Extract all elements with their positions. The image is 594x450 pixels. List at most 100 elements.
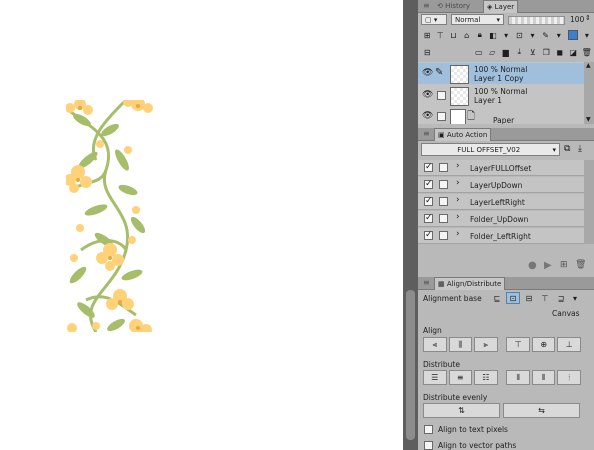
- chevron-right-icon[interactable]: ›: [456, 178, 460, 188]
- layer-panel-menu-icon[interactable]: ⊟: [422, 46, 433, 58]
- layer-row-selected[interactable]: 👁︎ ✎ 100 % Normal Layer 1 Copy: [418, 63, 584, 84]
- distribute-evenly-vertical-button[interactable]: ⇅: [423, 403, 500, 418]
- mask-dropdown-icon[interactable]: ▾: [501, 29, 511, 41]
- ruler-dropdown-icon[interactable]: ▾: [527, 29, 537, 41]
- tab-auto-action[interactable]: ▣ Auto Action: [434, 128, 492, 141]
- opacity-stepper[interactable]: ⇕: [585, 14, 591, 22]
- action-dialog-checkbox[interactable]: [439, 214, 448, 223]
- distribute-evenly-horizontal-button[interactable]: ⇆: [503, 403, 580, 418]
- align-canvas-icon[interactable]: ⊡: [506, 292, 520, 304]
- align-left-button[interactable]: ⫷: [423, 337, 447, 352]
- distribute-vcenter-button[interactable]: ≡: [448, 370, 473, 385]
- distribute-evenly-label: Distribute evenly: [423, 393, 488, 402]
- align-text-pixels-checkbox[interactable]: [424, 425, 433, 434]
- tab-align-distribute[interactable]: ▦ Align/Distribute: [434, 277, 506, 290]
- chevron-right-icon[interactable]: ›: [456, 229, 460, 239]
- apply-mask-icon[interactable]: ◪: [568, 46, 579, 58]
- align-bottom-button[interactable]: ⊥: [557, 337, 581, 352]
- lock-icon[interactable]: 🔒︎: [475, 29, 485, 41]
- tool-dropdown-icon[interactable]: ▾: [554, 29, 564, 41]
- scroll-up-icon[interactable]: ▲: [586, 62, 591, 69]
- new-folder-icon[interactable]: ▆: [501, 46, 512, 58]
- delete-action-icon[interactable]: 🗑︎: [575, 260, 586, 270]
- action-enabled-checkbox[interactable]: ✓: [424, 214, 433, 223]
- combine-down-icon[interactable]: ⊻: [528, 46, 539, 58]
- action-set-select[interactable]: FULL OFFSET_V02 ▾: [421, 143, 560, 156]
- layer-row[interactable]: 👁︎ 100 % Normal Layer 1: [418, 85, 584, 106]
- distribute-bottom-button[interactable]: ☷: [474, 370, 498, 385]
- play-icon[interactable]: ▶: [544, 260, 552, 271]
- action-item[interactable]: ✓ › LayerFULLOffset: [418, 160, 584, 176]
- mask-create-icon[interactable]: ◼: [555, 46, 566, 58]
- ruler-icon[interactable]: ⊡: [514, 29, 524, 41]
- lock-transparent-icon[interactable]: ⊤: [435, 29, 445, 41]
- grip-icon[interactable]: ≡: [423, 129, 430, 138]
- align-selection-icon[interactable]: ⊑: [490, 292, 504, 304]
- layer-edit-checkbox[interactable]: [437, 112, 446, 121]
- tool-icon[interactable]: ✎: [541, 29, 551, 41]
- layer-row[interactable]: 👁︎ 🗋︎ Paper: [418, 107, 584, 124]
- action-set-menu-icon[interactable]: ⧉: [564, 144, 570, 154]
- distribute-hcenter-button[interactable]: ⫴: [531, 370, 556, 385]
- eye-icon[interactable]: 👁︎: [422, 111, 433, 121]
- distribute-vcenter-icon: ≡: [456, 373, 464, 382]
- action-dialog-checkbox[interactable]: [439, 231, 448, 240]
- chevron-down-icon[interactable]: ▾: [570, 292, 580, 304]
- new-vector-layer-icon[interactable]: ▱: [487, 46, 498, 58]
- delete-layer-icon[interactable]: 🗑︎: [582, 46, 593, 58]
- align-hcenter-button[interactable]: ⫼: [448, 337, 473, 352]
- action-list-scrollbar[interactable]: [584, 160, 594, 244]
- chevron-right-icon[interactable]: ›: [456, 195, 460, 205]
- layer-property-icon[interactable]: ⊞: [422, 29, 432, 41]
- layer-color-dropdown-icon[interactable]: ▾: [582, 29, 592, 41]
- action-enabled-checkbox[interactable]: ✓: [424, 180, 433, 189]
- mask-icon[interactable]: ◧: [488, 29, 498, 41]
- action-item[interactable]: ✓ › LayerLeftRight: [418, 194, 584, 210]
- align-frame-icon[interactable]: ⊤: [538, 292, 552, 304]
- layer-color-icon[interactable]: [567, 29, 579, 41]
- action-dialog-checkbox[interactable]: [439, 163, 448, 172]
- transfer-down-icon[interactable]: ⤓: [514, 46, 525, 58]
- record-icon[interactable]: ●: [528, 260, 537, 271]
- new-raster-layer-icon[interactable]: ▭: [474, 46, 485, 58]
- eye-icon[interactable]: 👁︎: [422, 68, 433, 78]
- grip-icon[interactable]: ≡: [423, 278, 430, 287]
- duplicate-icon[interactable]: ❐: [541, 46, 552, 58]
- action-dialog-checkbox[interactable]: [439, 180, 448, 189]
- eye-icon[interactable]: 👁︎: [422, 90, 433, 100]
- color-swatch-select[interactable]: ▢ ▾: [421, 14, 447, 25]
- clip-layer-icon[interactable]: ⊔: [448, 29, 458, 41]
- grip-icon[interactable]: ≡: [423, 1, 430, 10]
- tab-history[interactable]: ⟲ History: [434, 0, 473, 12]
- align-vector-paths-checkbox[interactable]: [424, 441, 433, 450]
- action-save-icon[interactable]: ⤓: [578, 144, 582, 154]
- distribute-top-button[interactable]: ☰: [423, 370, 447, 385]
- scrollbar-thumb[interactable]: [406, 290, 415, 440]
- canvas-area[interactable]: [0, 0, 403, 450]
- action-dialog-checkbox[interactable]: [439, 197, 448, 206]
- align-right-button[interactable]: ⫸: [474, 337, 498, 352]
- align-top-button[interactable]: ⊤: [506, 337, 530, 352]
- action-enabled-checkbox[interactable]: ✓: [424, 231, 433, 240]
- blend-mode-select[interactable]: Normal ▾: [451, 14, 504, 25]
- align-option-icon[interactable]: ⊒: [554, 292, 568, 304]
- action-enabled-checkbox[interactable]: ✓: [424, 163, 433, 172]
- action-item[interactable]: ✓ › Folder_UpDown: [418, 211, 584, 227]
- distribute-right-button[interactable]: ⦙: [557, 370, 581, 385]
- reference-layer-icon[interactable]: ⌂: [462, 29, 472, 41]
- distribute-left-button[interactable]: ⦀: [506, 370, 530, 385]
- layer-list-scrollbar[interactable]: ▲ ▼: [584, 62, 594, 124]
- opacity-slider[interactable]: [508, 16, 565, 25]
- align-vcenter-button[interactable]: ⊕: [531, 337, 556, 352]
- chevron-right-icon[interactable]: ›: [456, 212, 460, 222]
- align-hcenter-icon: ⫼: [458, 339, 463, 349]
- add-command-icon[interactable]: ⊞: [560, 260, 568, 270]
- layer-edit-checkbox[interactable]: [437, 91, 446, 100]
- tab-layer[interactable]: ◈ Layer: [483, 0, 519, 13]
- chevron-right-icon[interactable]: ›: [456, 161, 460, 171]
- action-item[interactable]: ✓ › LayerUpDown: [418, 177, 584, 193]
- action-item[interactable]: ✓ › Folder_LeftRight: [418, 228, 584, 244]
- scroll-down-icon[interactable]: ▼: [586, 116, 591, 123]
- align-key-object-icon[interactable]: ⊟: [522, 292, 536, 304]
- action-enabled-checkbox[interactable]: ✓: [424, 197, 433, 206]
